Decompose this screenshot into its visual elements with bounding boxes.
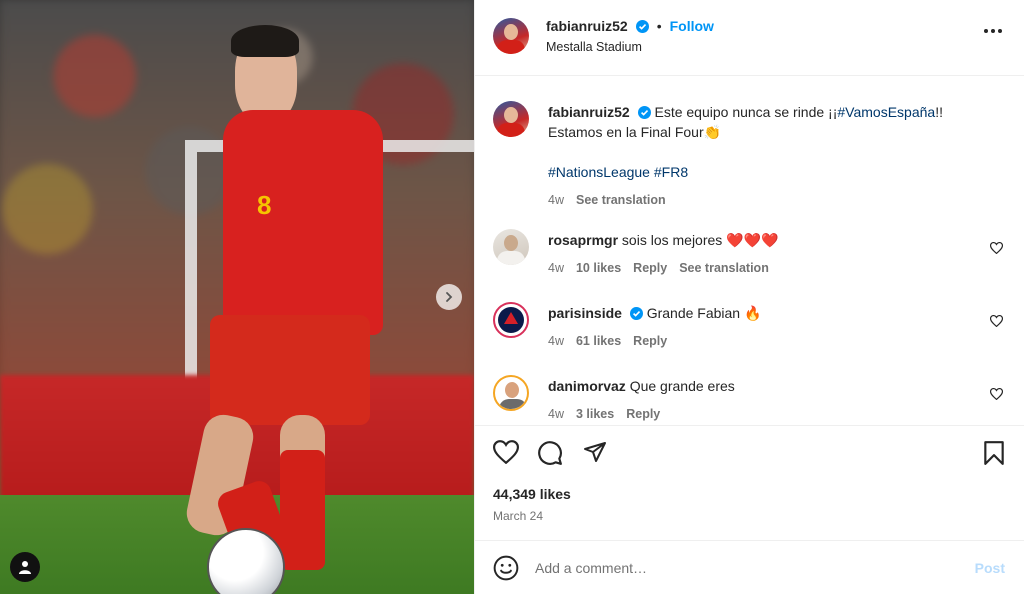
comment-username[interactable]: parisinside xyxy=(548,305,622,321)
follow-button[interactable]: Follow xyxy=(670,18,714,34)
comment-likes[interactable]: 10 likes xyxy=(576,258,621,278)
comment-reply-button[interactable]: Reply xyxy=(633,331,667,351)
location-link[interactable]: Mestalla Stadium xyxy=(546,40,642,54)
hashtag-vamosespana[interactable]: #VamosEspaña xyxy=(837,104,935,120)
shirt-number: 8 xyxy=(257,190,272,220)
comment-reply-button[interactable]: Reply xyxy=(626,404,660,424)
heart-icon[interactable] xyxy=(990,315,1003,327)
comment-username[interactable]: danimorvaz xyxy=(548,378,626,394)
post-panel: fabianruiz52 • Follow Mestalla Stadium f… xyxy=(474,0,1024,594)
comment-input[interactable] xyxy=(535,555,955,581)
caption-age: 4w xyxy=(548,193,564,207)
user-tag-icon xyxy=(19,561,31,574)
caption-text-line2: Estamos en la Final Four👏 xyxy=(548,124,722,140)
heart-icon[interactable] xyxy=(990,388,1003,400)
comment-meta: 4w 61 likes Reply xyxy=(548,331,988,351)
user-tag-button[interactable] xyxy=(10,552,40,582)
comment-translate[interactable]: See translation xyxy=(679,258,769,278)
comment-text: Que grande eres xyxy=(629,378,735,394)
hashtag-nationsleague[interactable]: #NationsLeague xyxy=(548,164,650,180)
player-hair xyxy=(231,25,299,57)
carousel-next-button[interactable] xyxy=(436,284,462,310)
emoji-icon[interactable] xyxy=(493,555,519,581)
comments-section[interactable]: fabianruiz52 Este equipo nunca se rinde … xyxy=(475,77,1024,425)
more-options-icon[interactable] xyxy=(983,28,1003,34)
comment-username[interactable]: rosaprmgr xyxy=(548,232,618,248)
hashtag-fr8[interactable]: #FR8 xyxy=(654,164,688,180)
comment-avatar[interactable] xyxy=(493,375,529,411)
author-name-row: fabianruiz52 • Follow xyxy=(546,18,714,34)
comment-meta: 4w 10 likes Reply See translation xyxy=(548,258,988,278)
comment-reply-button[interactable]: Reply xyxy=(633,258,667,278)
player-shorts xyxy=(210,315,370,425)
caption-text: Este equipo nunca se rinde ¡¡ xyxy=(654,104,838,120)
verified-badge-icon xyxy=(635,19,649,33)
post-comment-button[interactable]: Post xyxy=(975,560,1005,576)
comment-age: 4w xyxy=(548,334,564,348)
comment-avatar[interactable] xyxy=(493,302,529,338)
share-icon[interactable] xyxy=(582,440,608,464)
comment-avatar[interactable] xyxy=(493,229,529,265)
author-avatar[interactable] xyxy=(493,18,529,54)
add-comment-bar: Post xyxy=(475,540,1024,594)
comment-likes[interactable]: 61 likes xyxy=(576,331,621,351)
post-date[interactable]: March 24 xyxy=(493,509,543,523)
caption-text-end: !! xyxy=(935,104,943,120)
separator-dot: • xyxy=(656,18,662,34)
verified-badge-icon xyxy=(637,106,651,119)
comment-content: rosaprmgr sois los mejores ❤️❤️❤️ 4w 10 … xyxy=(548,230,988,278)
bookmark-icon[interactable] xyxy=(983,440,1005,466)
post-media[interactable]: 8 xyxy=(0,0,474,594)
verified-badge-icon xyxy=(629,307,643,320)
comment-age: 4w xyxy=(548,407,564,421)
comment-likes[interactable]: 3 likes xyxy=(576,404,614,424)
author-username[interactable]: fabianruiz52 xyxy=(546,18,628,34)
action-bar: 44,349 likes March 24 xyxy=(475,425,1024,540)
caption-meta: 4w See translation xyxy=(548,190,988,210)
caption-hashtags: #NationsLeague #FR8 xyxy=(548,162,988,182)
heart-icon[interactable] xyxy=(493,440,519,464)
player-figure: 8 xyxy=(183,25,405,594)
comment-meta: 4w 3 likes Reply xyxy=(548,404,988,424)
caption-content: fabianruiz52 Este equipo nunca se rinde … xyxy=(548,102,988,210)
caption-username[interactable]: fabianruiz52 xyxy=(548,104,630,120)
caption-translate[interactable]: See translation xyxy=(576,190,666,210)
comment-age: 4w xyxy=(548,261,564,275)
player-shirt xyxy=(223,110,383,335)
player-right-sock xyxy=(280,450,325,570)
post-header: fabianruiz52 • Follow Mestalla Stadium xyxy=(475,0,1024,76)
comment-content: danimorvaz Que grande eres 4w 3 likes Re… xyxy=(548,376,988,424)
comment-icon[interactable] xyxy=(537,440,563,466)
chevron-right-icon xyxy=(446,292,453,302)
likes-count[interactable]: 44,349 likes xyxy=(493,486,571,502)
heart-icon[interactable] xyxy=(990,242,1003,254)
comment-text: Grande Fabian 🔥 xyxy=(646,305,762,321)
caption-text-line1: fabianruiz52 Este equipo nunca se rinde … xyxy=(548,102,988,122)
comment-text: sois los mejores ❤️❤️❤️ xyxy=(621,232,779,248)
comment-content: parisinside Grande Fabian 🔥 4w 61 likes … xyxy=(548,303,988,351)
caption-avatar[interactable] xyxy=(493,101,529,137)
